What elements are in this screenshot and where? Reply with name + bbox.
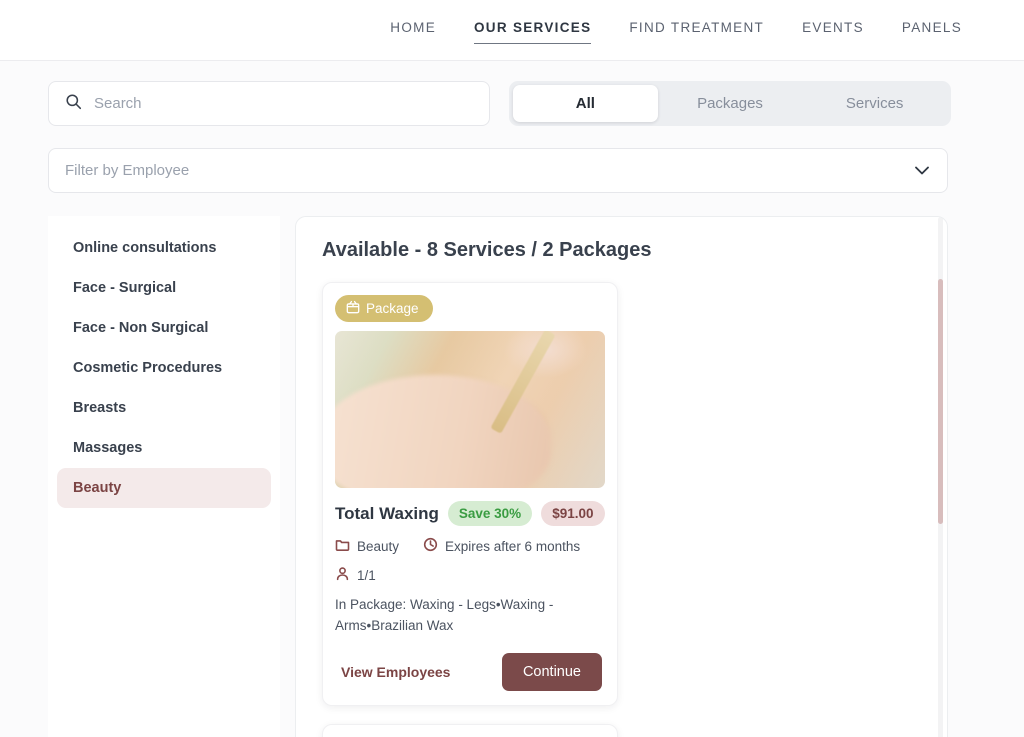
content-area: Online consultations Face - Surgical Fac… [0,193,1024,737]
segment-all[interactable]: All [513,85,658,122]
sidebar-item-massages[interactable]: Massages [57,428,271,468]
price-badge: $91.00 [541,501,605,526]
card-capacity: 1/1 [335,566,376,584]
results-panel: Available - 8 Services / 2 Packages Pack… [295,216,948,737]
nav-item-find-treatment[interactable]: FIND TREATMENT [629,16,764,44]
nav-item-events[interactable]: EVENTS [802,16,864,44]
search-input[interactable] [94,95,473,112]
nav-item-our-services[interactable]: OUR SERVICES [474,16,592,44]
service-thumbnail-waxing [335,331,605,488]
card-footer: View Employees Continue [335,652,605,693]
card-category-label: Beauty [357,538,400,554]
main-nav: HOME OUR SERVICES FIND TREATMENT EVENTS … [390,16,962,44]
service-card-grid: Package Total Waxing Save 30% $91.00 Bea… [296,282,947,737]
card-package-contents: In Package: Waxing - Legs•Waxing - Arms•… [335,597,554,633]
card-category: Beauty [335,537,399,555]
card-capacity-label: 1/1 [357,567,376,583]
sidebar-item-face-non-surgical[interactable]: Face - Non Surgical [57,308,271,348]
service-card[interactable]: Package Manicure ... Save 20% $216.00 Be… [322,723,618,737]
card-capacity-row: 1/1 [335,566,605,584]
nav-item-home[interactable]: HOME [390,16,436,44]
person-icon [335,566,350,584]
package-badge-label: Package [366,301,419,316]
chevron-down-icon [915,162,929,180]
panel-title: Available - 8 Services / 2 Packages [322,239,652,261]
sidebar-item-breasts[interactable]: Breasts [57,388,271,428]
search-box[interactable] [48,81,490,126]
clock-icon [423,537,438,555]
view-employees-link[interactable]: View Employees [341,664,450,680]
package-badge: Package [335,295,433,322]
panel-scrollbar-track[interactable] [938,217,943,737]
card-title: Total Waxing [335,503,439,523]
sidebar-item-cosmetic-procedures[interactable]: Cosmetic Procedures [57,348,271,388]
employee-filter-placeholder: Filter by Employee [65,162,190,179]
save-badge: Save 30% [447,501,533,526]
search-icon [65,93,82,115]
segment-services[interactable]: Services [802,85,947,122]
employee-filter-select[interactable]: Filter by Employee [48,148,948,193]
sidebar-item-beauty[interactable]: Beauty [57,468,271,508]
top-navigation-bar: HOME OUR SERVICES FIND TREATMENT EVENTS … [0,0,1024,61]
package-icon [346,300,360,317]
segment-packages[interactable]: Packages [658,85,803,122]
card-expiry-label: Expires after 6 months [445,538,581,554]
card-meta-row: Beauty Expires after 6 months [335,537,605,555]
service-card[interactable]: Package Total Waxing Save 30% $91.00 Bea… [322,282,618,706]
category-sidebar: Online consultations Face - Surgical Fac… [48,216,280,737]
continue-button[interactable]: Continue [501,652,602,691]
panel-scrollbar-thumb[interactable] [938,279,943,524]
sidebar-item-face-surgical[interactable]: Face - Surgical [57,268,271,308]
card-title-row: Total Waxing Save 30% $91.00 [335,501,605,526]
folder-icon [335,537,350,555]
card-expiry: Expires after 6 months [423,537,580,555]
filter-type-segmented-control: All Packages Services [509,81,951,126]
nav-item-panels[interactable]: PANELS [902,16,962,44]
sidebar-item-online-consultations[interactable]: Online consultations [57,228,271,268]
controls-region: All Packages Services Filter by Employee [0,61,1024,193]
